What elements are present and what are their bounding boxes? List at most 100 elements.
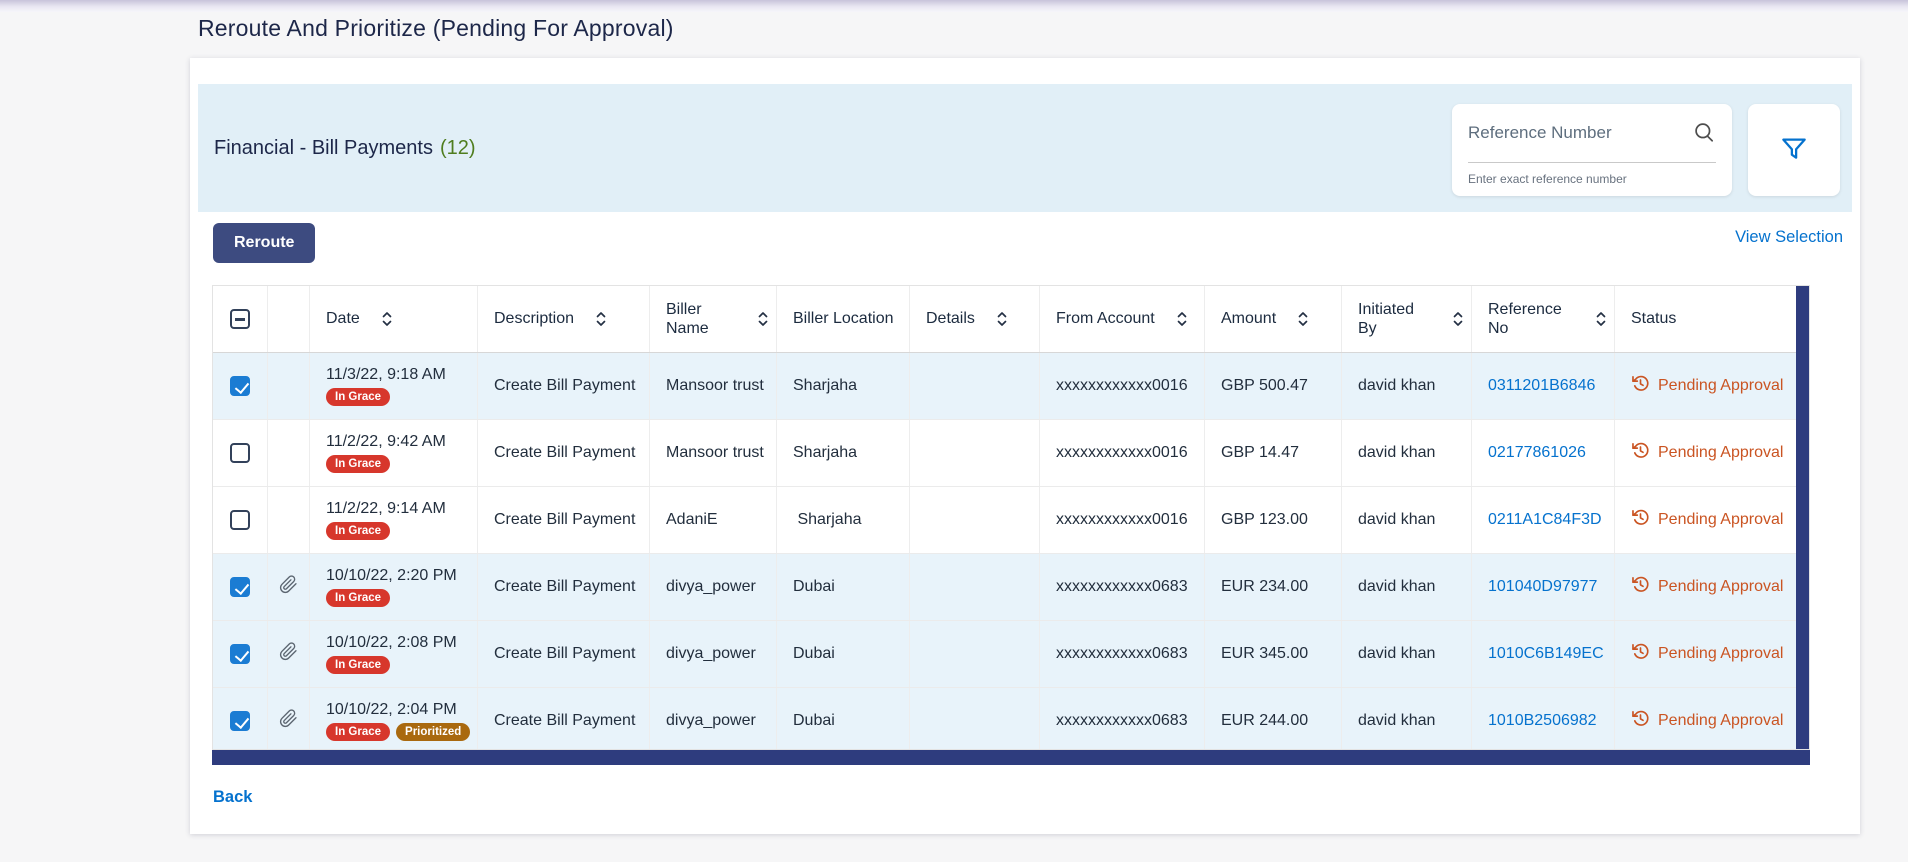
initiated-by-cell: david khan	[1342, 487, 1472, 553]
row-select-cell	[213, 353, 268, 419]
search-icon[interactable]	[1692, 120, 1718, 146]
reference-link[interactable]: 1010C6B149EC	[1488, 645, 1604, 663]
reference-link[interactable]: 02177861026	[1488, 444, 1586, 462]
reroute-button[interactable]: Reroute	[213, 223, 315, 263]
column-header-from-account[interactable]: From Account	[1040, 286, 1205, 352]
status-cell: Pending Approval	[1615, 621, 1798, 687]
search-helper-text: Enter exact reference number	[1468, 172, 1627, 186]
amount-cell: GBP 14.47	[1205, 420, 1342, 486]
biller-location-cell: Dubai	[777, 554, 910, 620]
date-cell: 11/2/22, 9:42 AMIn Grace	[310, 420, 478, 486]
row-checkbox[interactable]	[230, 711, 250, 731]
sort-icon[interactable]	[596, 311, 606, 327]
biller-name-cell: divya_power	[650, 688, 777, 750]
sort-icon[interactable]	[1453, 311, 1463, 327]
attachment-cell	[268, 487, 310, 553]
table-row: 10/10/22, 2:08 PMIn GraceCreate Bill Pay…	[213, 621, 1798, 688]
amount-cell: EUR 244.00	[1205, 688, 1342, 750]
sort-icon[interactable]	[1177, 311, 1187, 327]
column-header-amount[interactable]: Amount	[1205, 286, 1342, 352]
details-cell	[910, 353, 1040, 419]
row-checkbox[interactable]	[230, 510, 250, 530]
date-text: 11/3/22, 9:18 AM	[326, 366, 446, 384]
from-account-cell: xxxxxxxxxxxx0016	[1040, 487, 1205, 553]
pending-clock-icon	[1631, 441, 1650, 465]
description-cell: Create Bill Payment	[478, 688, 650, 750]
initiated-by-cell: david khan	[1342, 621, 1472, 687]
status-badge-in-grace: In Grace	[326, 455, 390, 473]
table-row: 11/2/22, 9:14 AMIn GraceCreate Bill Paym…	[213, 487, 1798, 554]
pending-clock-icon	[1631, 374, 1650, 398]
select-all-checkbox[interactable]	[230, 309, 250, 329]
date-cell: 11/3/22, 9:18 AMIn Grace	[310, 353, 478, 419]
payments-table: Date DescriptionBiller NameBiller Locatio…	[212, 285, 1810, 750]
pending-clock-icon	[1631, 709, 1650, 733]
row-checkbox[interactable]	[230, 644, 250, 664]
column-label: Date	[326, 309, 360, 328]
table-header-row: Date DescriptionBiller NameBiller Locatio…	[213, 286, 1798, 353]
page: Reroute And Prioritize (Pending For Appr…	[0, 0, 1908, 862]
status-badge-in-grace: In Grace	[326, 656, 390, 674]
reference-search-box: Enter exact reference number	[1452, 104, 1732, 196]
reference-link[interactable]: 101040D97977	[1488, 578, 1597, 596]
sort-icon[interactable]	[1596, 311, 1606, 327]
filter-button[interactable]	[1748, 104, 1840, 196]
paperclip-icon	[279, 575, 298, 599]
row-checkbox[interactable]	[230, 577, 250, 597]
horizontal-scrollbar[interactable]	[212, 750, 1810, 765]
from-account-cell: xxxxxxxxxxxx0016	[1040, 353, 1205, 419]
sort-icon[interactable]	[997, 311, 1007, 327]
column-header-date[interactable]: Date	[310, 286, 478, 352]
column-header-reference-no[interactable]: Reference No	[1472, 286, 1615, 352]
sort-icon[interactable]	[758, 311, 768, 327]
back-link[interactable]: Back	[213, 788, 252, 807]
description-cell: Create Bill Payment	[478, 487, 650, 553]
view-selection-link[interactable]: View Selection	[1735, 228, 1843, 247]
column-header-biller-name[interactable]: Biller Name	[650, 286, 777, 352]
pending-clock-icon	[1631, 642, 1650, 666]
column-label: Details	[926, 309, 975, 328]
initiated-by-cell: david khan	[1342, 554, 1472, 620]
details-cell	[910, 554, 1040, 620]
badge-group: In Grace	[326, 589, 390, 607]
paperclip-icon	[279, 642, 298, 666]
reference-number-input[interactable]	[1468, 118, 1668, 148]
attachment-cell	[268, 420, 310, 486]
reference-link[interactable]: 1010B2506982	[1488, 712, 1597, 730]
status-text: Pending Approval	[1658, 578, 1783, 596]
column-label: Amount	[1221, 309, 1276, 328]
reference-no-cell: 1010B2506982	[1472, 688, 1615, 750]
biller-name-cell: AdaniE	[650, 487, 777, 553]
reference-link[interactable]: 0311201B6846	[1488, 377, 1595, 395]
column-header-biller-location[interactable]: Biller Location	[777, 286, 910, 352]
search-underline	[1468, 162, 1716, 163]
vertical-scrollbar[interactable]	[1796, 286, 1809, 750]
row-checkbox[interactable]	[230, 443, 250, 463]
biller-location-cell: Sharjaha	[777, 420, 910, 486]
sort-icon[interactable]	[382, 311, 392, 327]
column-header-description[interactable]: Description	[478, 286, 650, 352]
date-cell: 10/10/22, 2:04 PMIn GracePrioritized	[310, 688, 478, 750]
column-header-initiated-by[interactable]: Initiated By	[1342, 286, 1472, 352]
panel-heading: Financial - Bill Payments (12)	[214, 84, 476, 212]
select-all-cell	[213, 286, 268, 352]
biller-location-cell: Sharjaha	[777, 487, 910, 553]
column-label: Initiated By	[1358, 300, 1431, 338]
table-row: 11/3/22, 9:18 AMIn GraceCreate Bill Paym…	[213, 353, 1798, 420]
panel-header-banner: Financial - Bill Payments (12) Enter exa…	[198, 84, 1852, 212]
reference-link[interactable]: 0211A1C84F3D	[1488, 511, 1602, 529]
pending-clock-icon	[1631, 575, 1650, 599]
details-cell	[910, 487, 1040, 553]
column-header-details[interactable]: Details	[910, 286, 1040, 352]
badge-group: In GracePrioritized	[326, 723, 470, 741]
row-checkbox[interactable]	[230, 376, 250, 396]
table-row: 11/2/22, 9:42 AMIn GraceCreate Bill Paym…	[213, 420, 1798, 487]
initiated-by-cell: david khan	[1342, 420, 1472, 486]
row-select-cell	[213, 688, 268, 750]
column-label: Status	[1631, 309, 1676, 328]
row-select-cell	[213, 554, 268, 620]
date-text: 10/10/22, 2:20 PM	[326, 567, 457, 585]
sort-icon[interactable]	[1298, 311, 1308, 327]
biller-name-cell: Mansoor trust	[650, 353, 777, 419]
amount-cell: EUR 345.00	[1205, 621, 1342, 687]
